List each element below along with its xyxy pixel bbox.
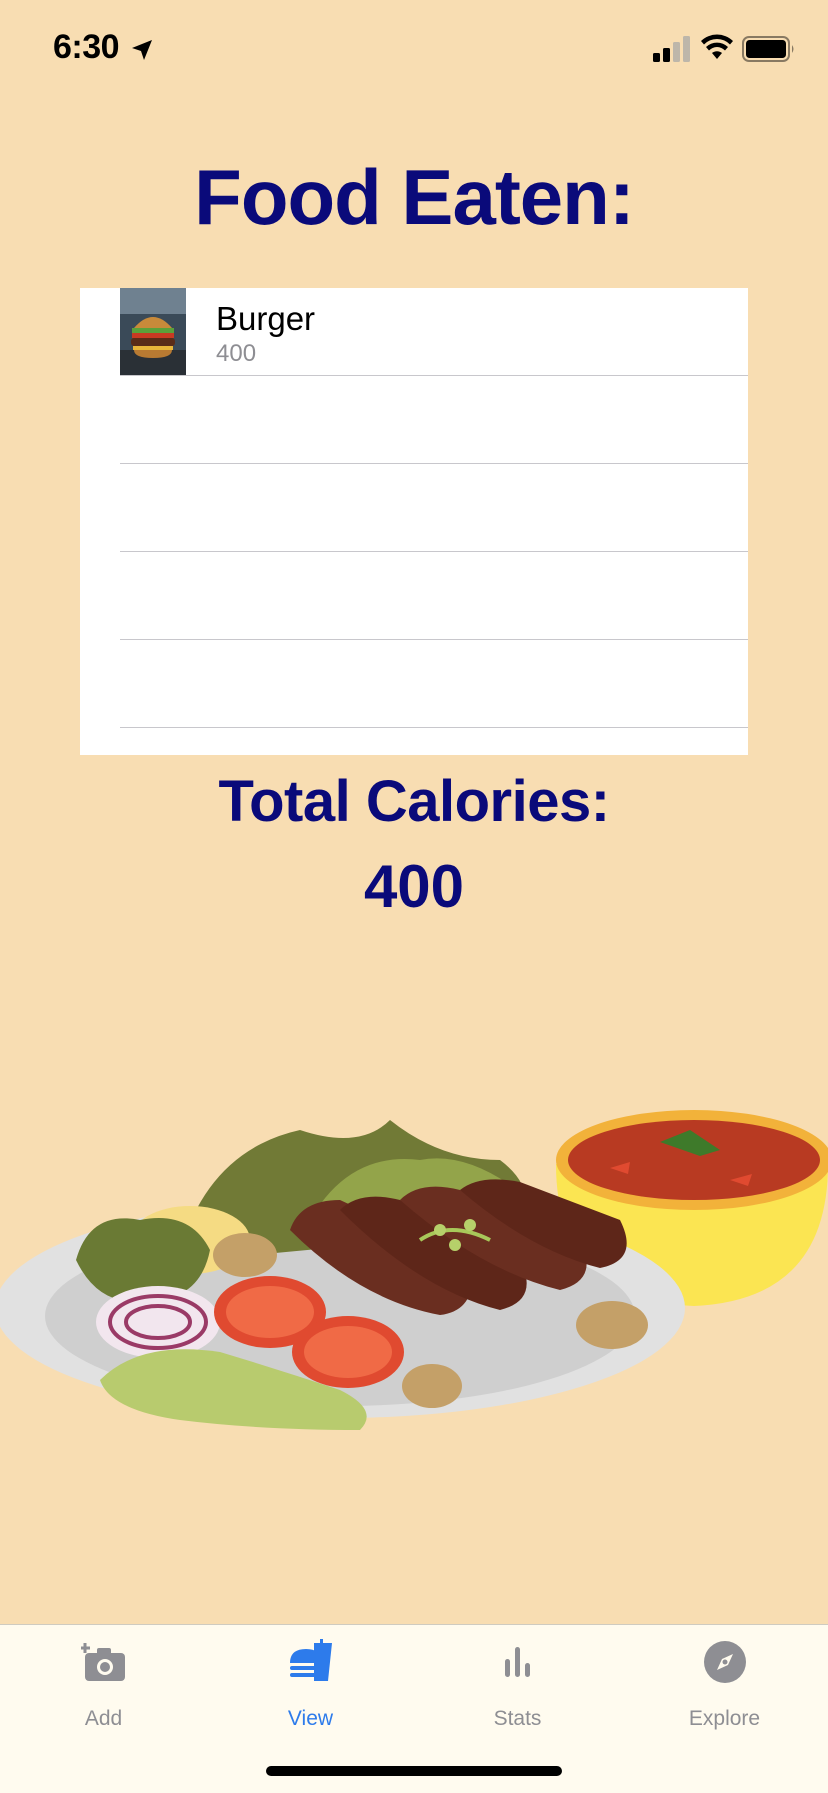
food-list[interactable]: Burger 400 xyxy=(80,288,748,755)
empty-row xyxy=(80,552,748,640)
tab-stats-label: Stats xyxy=(493,1707,542,1730)
battery-icon xyxy=(742,36,794,62)
page-title: Food Eaten: xyxy=(194,153,635,241)
tab-add[interactable]: Add xyxy=(0,1625,207,1735)
food-calories: 400 xyxy=(216,340,257,367)
tab-view-label: View xyxy=(287,1707,334,1730)
food-view-icon xyxy=(290,1639,332,1681)
burger-thumbnail xyxy=(120,288,186,376)
cellular-signal-icon xyxy=(653,36,690,62)
empty-row xyxy=(80,640,748,728)
home-indicator xyxy=(266,1766,562,1776)
add-photo-camera-icon xyxy=(81,1643,125,1681)
empty-row xyxy=(80,464,748,552)
plate-of-food-illustration xyxy=(0,1110,828,1430)
list-item[interactable]: Burger 400 xyxy=(80,288,748,376)
status-bar: 6:30 xyxy=(0,0,828,100)
row-separator xyxy=(120,727,748,728)
total-calories-value: 400 xyxy=(363,853,465,920)
location-arrow-icon xyxy=(132,40,152,60)
compass-icon xyxy=(704,1641,746,1683)
tab-stats[interactable]: Stats xyxy=(414,1625,621,1735)
total-calories-label: Total Calories: xyxy=(218,769,610,834)
tab-view[interactable]: View xyxy=(207,1625,414,1735)
status-time: 6:30 xyxy=(53,28,120,66)
bar-chart-icon xyxy=(505,1647,530,1677)
wifi-icon xyxy=(701,34,733,59)
empty-row xyxy=(80,376,748,464)
food-name: Burger xyxy=(216,300,316,337)
tab-add-label: Add xyxy=(84,1707,123,1730)
tab-explore-label: Explore xyxy=(688,1707,761,1730)
tab-explore[interactable]: Explore xyxy=(621,1625,828,1735)
